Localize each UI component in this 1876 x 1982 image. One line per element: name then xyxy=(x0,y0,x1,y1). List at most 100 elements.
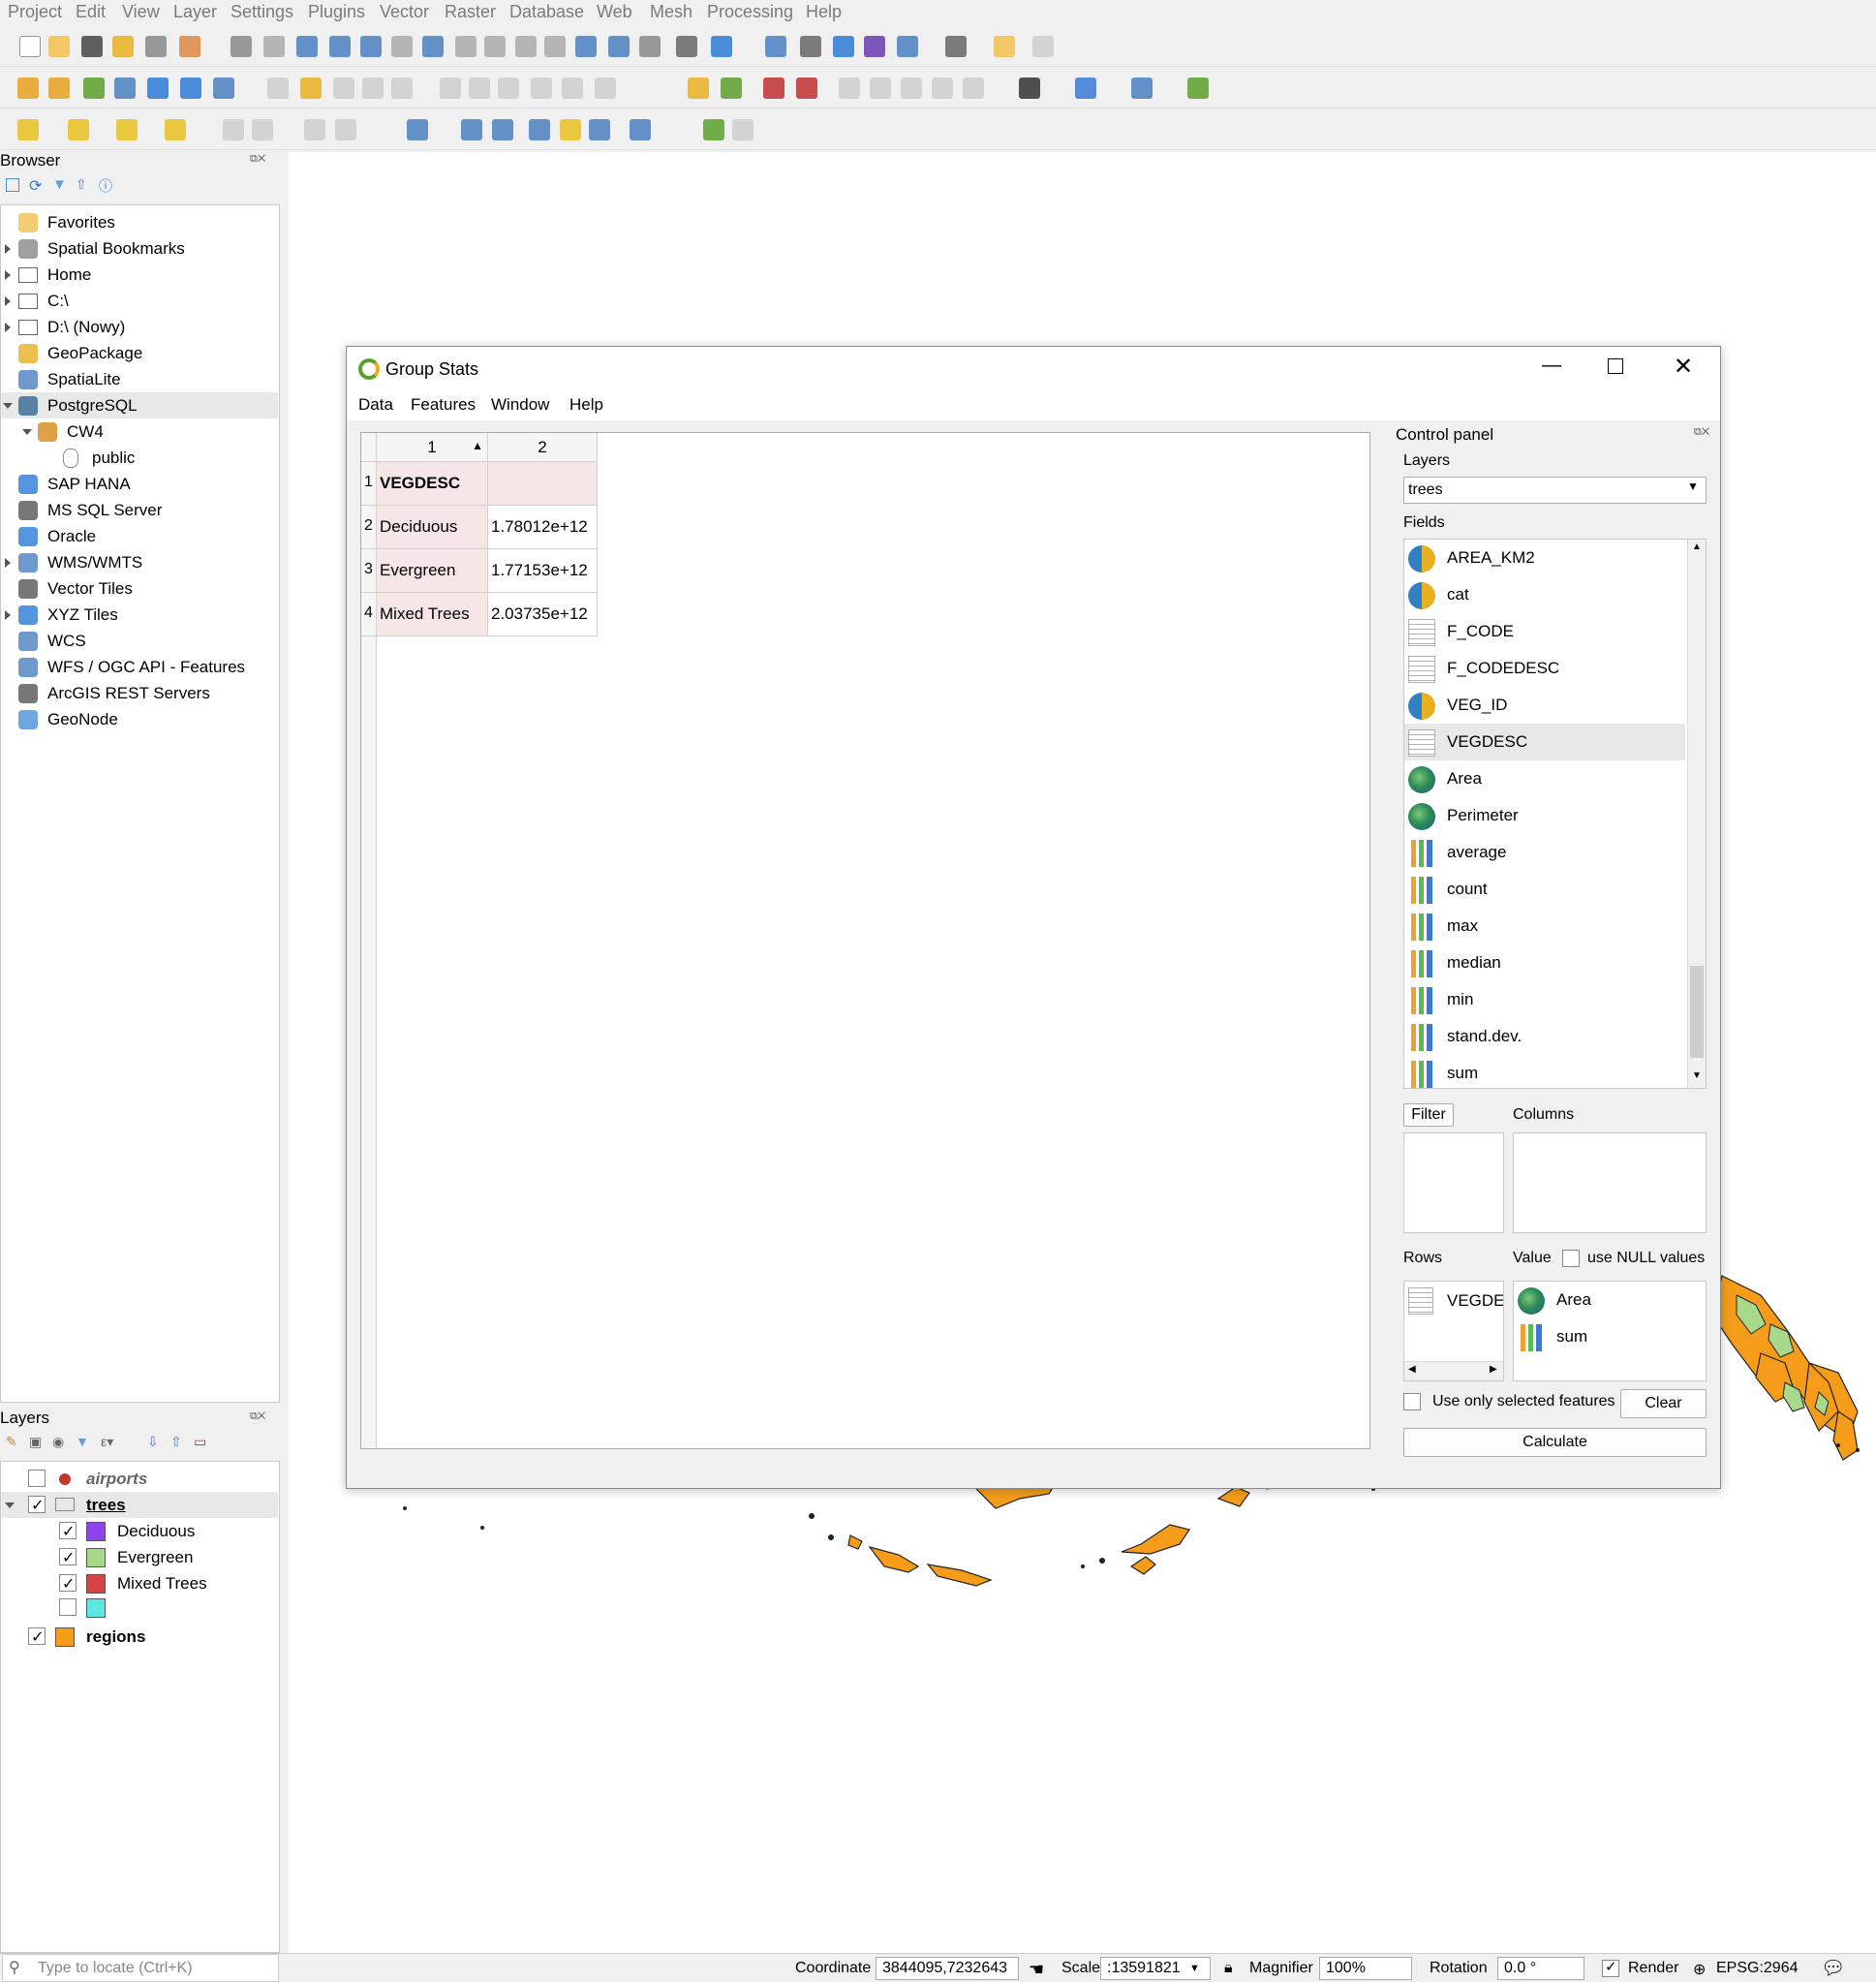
browser-item[interactable]: GeoPackage xyxy=(1,340,278,366)
rows-drop-area[interactable]: VEGDE! ◀ ▶ xyxy=(1403,1281,1504,1381)
column-header-2[interactable]: 2 xyxy=(488,433,598,462)
attribute-icon[interactable] xyxy=(732,119,753,140)
remove-layer-icon[interactable]: ▭ xyxy=(194,1434,206,1450)
menu-help[interactable]: Help xyxy=(806,2,842,22)
browser-item[interactable]: ArcGIS REST Servers xyxy=(1,680,278,706)
value-item[interactable]: Area xyxy=(1514,1282,1704,1318)
paste-icon[interactable] xyxy=(531,77,552,99)
new-temp-layer-icon[interactable] xyxy=(213,77,234,99)
expression-filter-icon[interactable]: ε▾ xyxy=(101,1434,113,1450)
add-feature-icon[interactable] xyxy=(362,77,384,99)
vertex-tool-icon[interactable] xyxy=(391,77,413,99)
python-icon[interactable] xyxy=(1075,77,1096,99)
table-cell[interactable]: Evergreen xyxy=(377,549,488,593)
field-item[interactable]: F_CODEDESC xyxy=(1404,650,1685,687)
browser-item[interactable]: MS SQL Server xyxy=(1,497,278,523)
browser-item[interactable]: SpatiaLite xyxy=(1,366,278,392)
table-cell[interactable]: Deciduous xyxy=(377,506,488,549)
maximize-icon[interactable] xyxy=(1608,358,1623,374)
menu-processing[interactable]: Processing xyxy=(707,2,793,22)
browser-item[interactable]: D:\ (Nowy) xyxy=(1,314,278,340)
column-header-1[interactable]: 1 ▲ xyxy=(377,433,488,462)
chevron-right-icon[interactable] xyxy=(5,270,11,280)
menu-plugins[interactable]: Plugins xyxy=(308,2,365,22)
select-features-icon[interactable] xyxy=(17,119,39,140)
value-item[interactable]: sum xyxy=(1514,1318,1704,1355)
render-checkbox[interactable]: ✓ xyxy=(1602,1959,1619,1977)
browser-item[interactable]: WFS / OGC API - Features xyxy=(1,654,278,680)
new-virtual-layer-icon[interactable] xyxy=(147,77,169,99)
save-edits-icon[interactable] xyxy=(333,77,354,99)
field-item[interactable]: max xyxy=(1404,908,1685,945)
layer-visibility-checkbox[interactable] xyxy=(28,1470,46,1487)
row-header[interactable]: 4 xyxy=(361,593,377,636)
visibility-icon[interactable]: ◉ xyxy=(52,1434,64,1450)
statistics-icon[interactable] xyxy=(864,36,885,57)
filter-drop-area[interactable] xyxy=(1403,1132,1504,1233)
menu-view[interactable]: View xyxy=(122,2,160,22)
rows-scrollbar[interactable]: ◀ ▶ xyxy=(1404,1361,1503,1380)
browser-item[interactable]: SAP HANA xyxy=(1,471,278,497)
table-cell[interactable]: VEGDESC xyxy=(377,462,488,506)
identify-results-icon[interactable] xyxy=(703,119,724,140)
browser-item[interactable]: CW4 xyxy=(1,418,278,445)
processing-icon[interactable] xyxy=(304,119,325,140)
menu-layer[interactable]: Layer xyxy=(173,2,217,22)
cut-icon[interactable] xyxy=(469,77,490,99)
label-icon[interactable] xyxy=(796,77,817,99)
info-icon[interactable]: ⓘ xyxy=(99,176,112,196)
add-selected-layers-icon[interactable] xyxy=(6,178,19,192)
collapse-all-icon[interactable]: ⇧ xyxy=(76,176,87,193)
select-by-value-icon[interactable] xyxy=(68,119,89,140)
field-item[interactable]: cat xyxy=(1404,576,1685,613)
highlight-label-icon[interactable] xyxy=(763,77,784,99)
pin-annotation-icon[interactable] xyxy=(560,119,581,140)
chevron-right-icon[interactable] xyxy=(5,558,11,568)
table-cell[interactable]: 2.03735e+12 xyxy=(488,593,598,636)
field-item[interactable]: Area xyxy=(1404,760,1685,797)
dialog-menu-window[interactable]: Window xyxy=(491,395,549,415)
row-header[interactable]: 2 xyxy=(361,506,377,549)
open-field-calc-icon[interactable] xyxy=(252,119,273,140)
zoom-next-icon[interactable] xyxy=(515,36,537,57)
browser-item[interactable]: XYZ Tiles xyxy=(1,602,278,628)
plugin-car-icon[interactable] xyxy=(1019,77,1040,99)
new-map-view-icon[interactable] xyxy=(544,36,566,57)
messages-icon[interactable]: 💬︎ xyxy=(1821,1956,1845,1980)
close-icon[interactable]: ✕ xyxy=(1674,353,1693,381)
menu-settings[interactable]: Settings xyxy=(231,2,293,22)
new-spatialite-icon[interactable] xyxy=(114,77,136,99)
bookmark-manager-icon[interactable] xyxy=(639,36,661,57)
data-source-manager-icon[interactable] xyxy=(17,77,39,99)
columns-drop-area[interactable] xyxy=(1513,1132,1707,1233)
layer-visibility-checkbox[interactable]: ✓ xyxy=(28,1496,46,1514)
edit-nodes-icon[interactable] xyxy=(492,119,513,140)
plugin-icon[interactable] xyxy=(1187,77,1209,99)
filter-icon[interactable]: ▼ xyxy=(76,1434,89,1449)
browser-item[interactable]: WMS/WMTS xyxy=(1,549,278,575)
layer-visibility-checkbox[interactable]: ✓ xyxy=(59,1548,77,1566)
move-annotation-icon[interactable] xyxy=(529,119,550,140)
copy-icon[interactable] xyxy=(498,77,519,99)
layer-item[interactable] xyxy=(1,1595,278,1621)
scroll-up-icon[interactable]: ▲ xyxy=(1692,542,1702,552)
save-as-icon[interactable] xyxy=(112,36,134,57)
collapse-all-icon[interactable]: ⇧ xyxy=(170,1434,182,1450)
show-label-icon[interactable] xyxy=(870,77,891,99)
field-item[interactable]: VEG_ID xyxy=(1404,687,1685,724)
move-label-icon[interactable] xyxy=(901,77,922,99)
chevron-right-icon[interactable] xyxy=(5,610,11,620)
table-cell[interactable] xyxy=(488,462,598,506)
field-item[interactable]: F_CODE xyxy=(1404,613,1685,650)
table-cell[interactable]: Mixed Trees xyxy=(377,593,488,636)
locator-input[interactable]: Type to locate (Ctrl+K) xyxy=(38,1960,193,1977)
field-item[interactable]: VEGDESC xyxy=(1404,724,1685,760)
new-geopackage-icon[interactable] xyxy=(48,77,70,99)
dialog-menu-features[interactable]: Features xyxy=(411,395,476,415)
browser-item[interactable]: Oracle xyxy=(1,523,278,549)
redo-icon[interactable] xyxy=(595,77,616,99)
identify-icon[interactable] xyxy=(765,36,786,57)
refresh-icon[interactable]: ⟳ xyxy=(29,176,42,196)
refresh-icon[interactable] xyxy=(711,36,732,57)
undo-icon[interactable] xyxy=(562,77,583,99)
